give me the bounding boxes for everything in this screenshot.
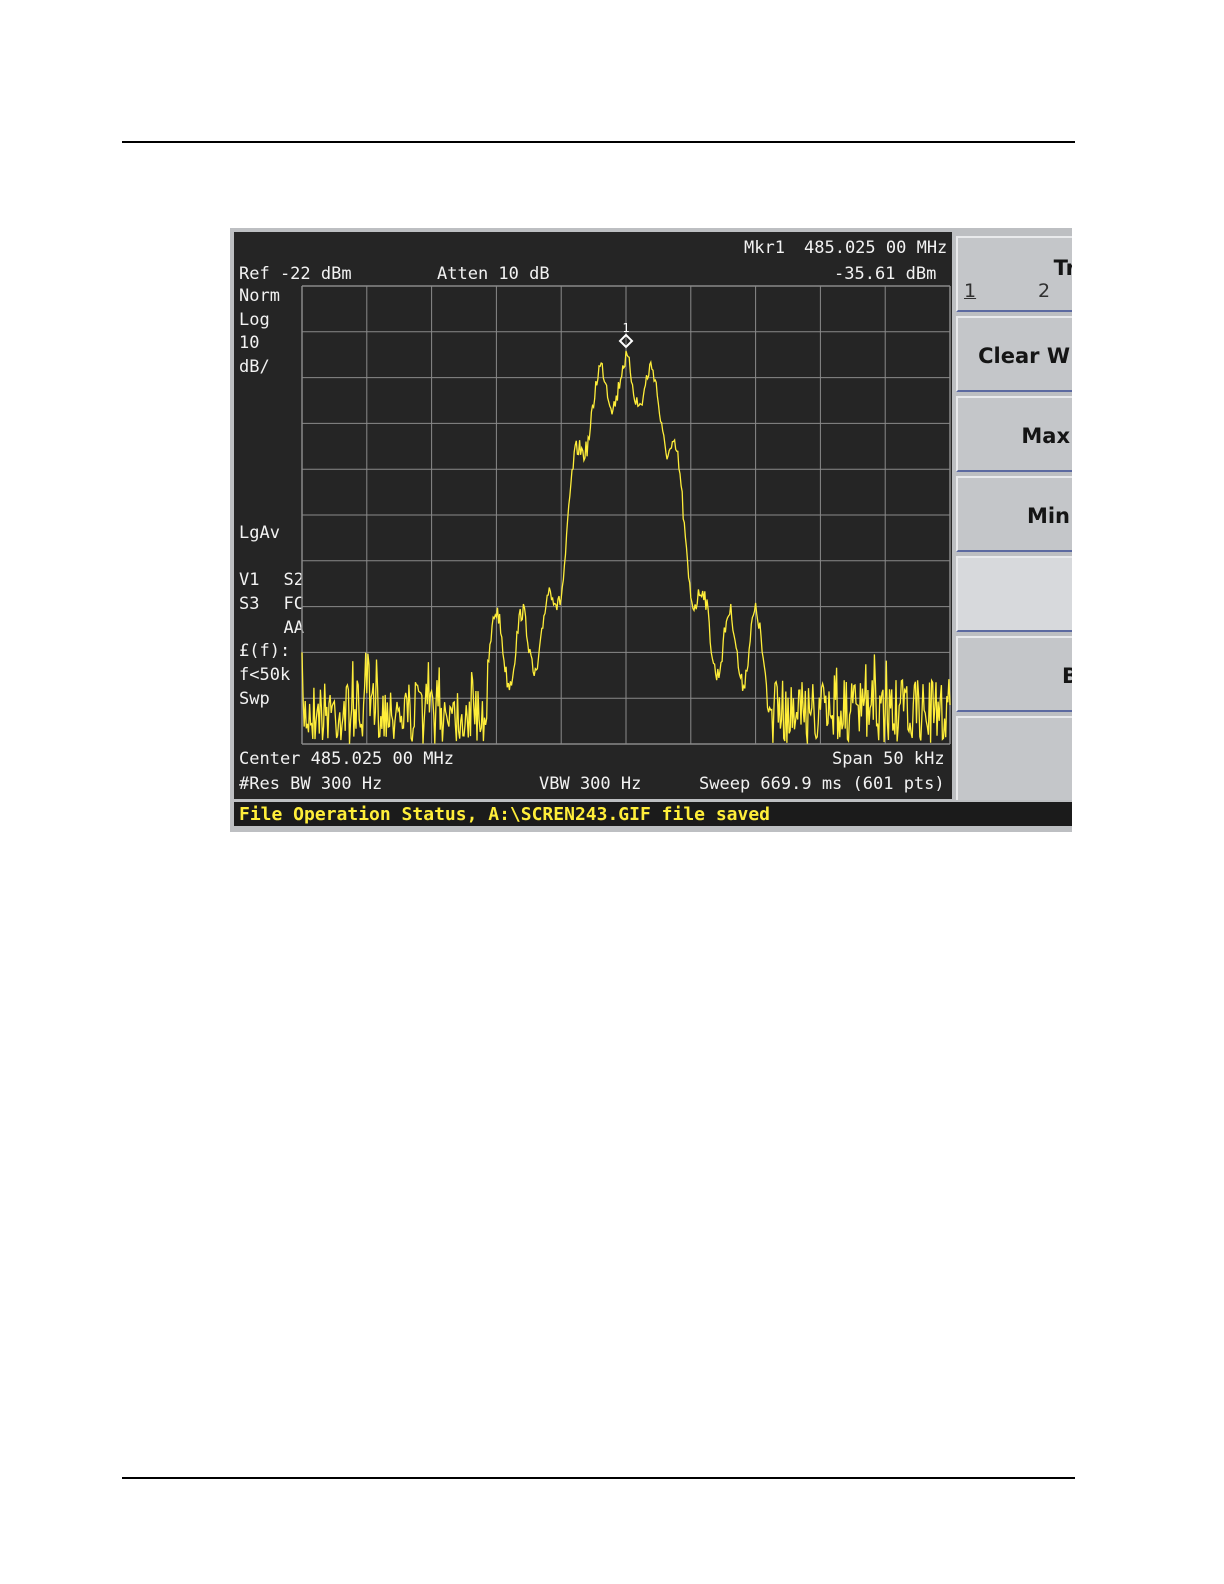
span: Span 50 kHz (832, 749, 945, 769)
view-blank-softkey[interactable]: B (956, 636, 1072, 712)
min-hold-softkey[interactable]: Min (956, 476, 1072, 552)
marker-number: 1 (622, 321, 629, 335)
status-bar: File Operation Status, A:\SCREN243.GIF f… (234, 802, 1072, 826)
trace-2-option: 2 (1038, 280, 1051, 302)
footer-rule (122, 1477, 1075, 1479)
video-bandwidth: VBW 300 Hz (539, 774, 642, 794)
center-frequency: Center 485.025 00 MHz (239, 749, 454, 769)
clear-write-label: Clear W (978, 344, 1070, 368)
more-softkey[interactable] (956, 716, 1072, 800)
blank-softkey[interactable] (956, 556, 1072, 632)
resolution-bandwidth: #Res BW 300 Hz (239, 774, 383, 794)
min-hold-label: Min (1026, 504, 1070, 528)
softkey-panel: Tr 1 2 Clear W Max Min B (956, 232, 1072, 800)
spectrum-analyzer-display: Mkr1 485.025 00 MHz Ref -22 dBm Atten 10… (230, 228, 1072, 832)
max-hold-label: Max (1021, 424, 1070, 448)
max-hold-softkey[interactable]: Max (956, 396, 1072, 472)
sweep-time: Sweep 669.9 ms (601 pts) (699, 774, 945, 794)
measurement-screen: Mkr1 485.025 00 MHz Ref -22 dBm Atten 10… (234, 232, 952, 799)
trace-softkey[interactable]: Tr 1 2 (956, 236, 1072, 312)
spectrum-plot: 1 (301, 285, 951, 745)
clear-write-softkey[interactable]: Clear W (956, 316, 1072, 392)
view-blank-label: B (1061, 664, 1072, 688)
trace-1-option: 1 (964, 280, 977, 302)
header-rule (122, 141, 1075, 143)
trace-softkey-label: Tr (1053, 256, 1072, 280)
status-message: File Operation Status, A:\SCREN243.GIF f… (239, 804, 771, 825)
